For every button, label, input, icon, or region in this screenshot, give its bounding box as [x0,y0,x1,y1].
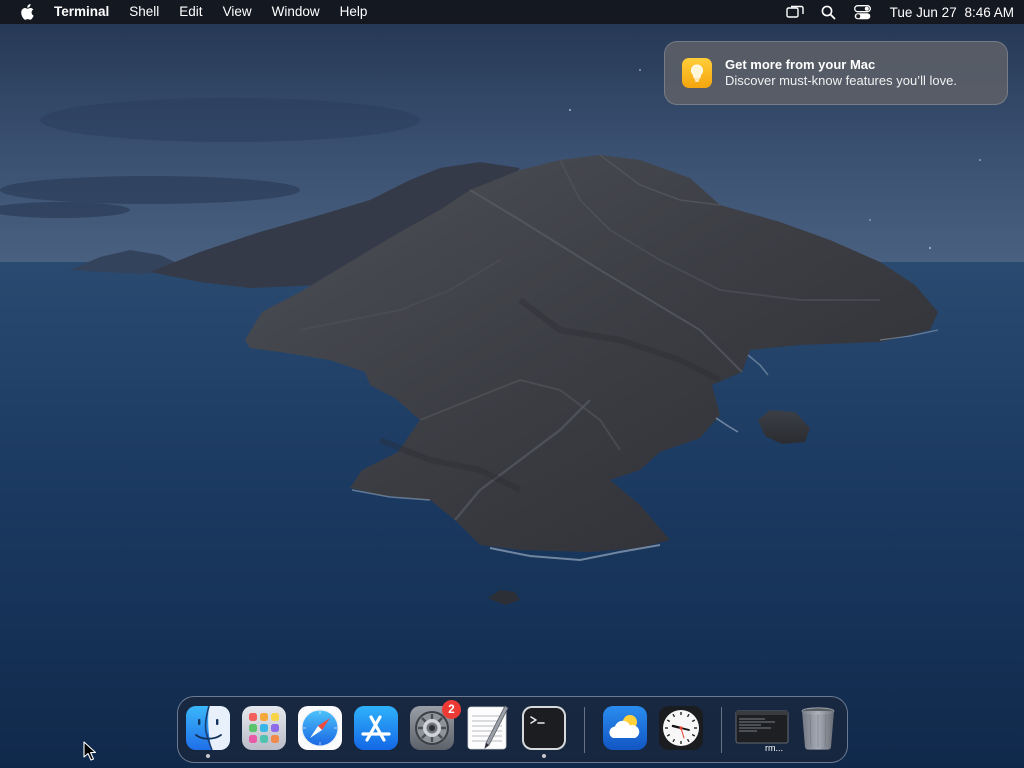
menu-help[interactable]: Help [330,0,378,24]
finder-running-indicator [206,754,210,758]
menu-edit[interactable]: Edit [169,0,212,24]
screen-mirroring-icon[interactable] [785,3,804,21]
menu-bar-right: Tue Jun 27 8:46 AM [778,0,1024,24]
dock-weather[interactable] [602,705,648,751]
menu-view[interactable]: View [213,0,262,24]
app-store-icon [354,706,398,750]
dock-trash[interactable] [795,705,841,751]
dock-separator [584,707,585,753]
menu-bar-date: Tue Jun 27 [889,4,957,20]
menu-shell[interactable]: Shell [119,0,169,24]
menu-bar: Terminal Shell Edit View Window Help Tue… [0,0,1024,24]
minimized-window-label: rm... [765,743,783,753]
notification-title: Get more from your Mac [725,57,876,72]
dock-finder[interactable] [185,705,231,758]
tips-notification[interactable]: Get more from your Mac Discover must-kno… [664,41,1008,105]
dock-app-store[interactable] [353,705,399,751]
desktop-wallpaper [0,0,1024,768]
safari-icon [298,706,342,750]
control-center-icon[interactable] [854,3,872,21]
dock-launchpad[interactable] [241,705,287,751]
dock-terminal[interactable] [521,705,567,758]
trash-icon [801,707,835,750]
dock-safari[interactable] [297,705,343,751]
terminal-icon [522,706,566,750]
spotlight-search-icon[interactable] [820,3,838,21]
menu-bar-left: Terminal Shell Edit View Window Help [0,0,377,24]
finder-icon [186,705,230,751]
textedit-icon [467,705,509,750]
dock-separator [721,707,722,753]
menu-bar-time: 8:46 AM [964,4,1014,20]
apple-menu-icon[interactable] [18,3,36,21]
menu-app-name[interactable]: Terminal [54,0,119,24]
mouse-pointer-icon [83,741,97,761]
notification-badge: 2 [442,700,461,719]
catalina-island-wallpaper [0,0,1024,768]
clock-icon [659,706,703,750]
weather-icon [603,706,647,750]
dock-minimized-window[interactable]: rm... [735,705,789,753]
menu-bar-clock[interactable]: Tue Jun 27 8:46 AM [890,5,1014,20]
launchpad-icon [242,706,286,750]
dock: 2 rm... [177,696,848,763]
dock-system-settings[interactable]: 2 [409,700,461,751]
dock-clock[interactable] [658,705,704,751]
lightbulb-icon [682,58,712,88]
notification-text: Get more from your Mac Discover must-kno… [725,57,957,89]
notification-body: Discover must-know features you’ll love. [725,73,957,88]
dock-textedit[interactable] [465,705,511,751]
terminal-running-indicator [542,754,546,758]
menu-window[interactable]: Window [262,0,330,24]
